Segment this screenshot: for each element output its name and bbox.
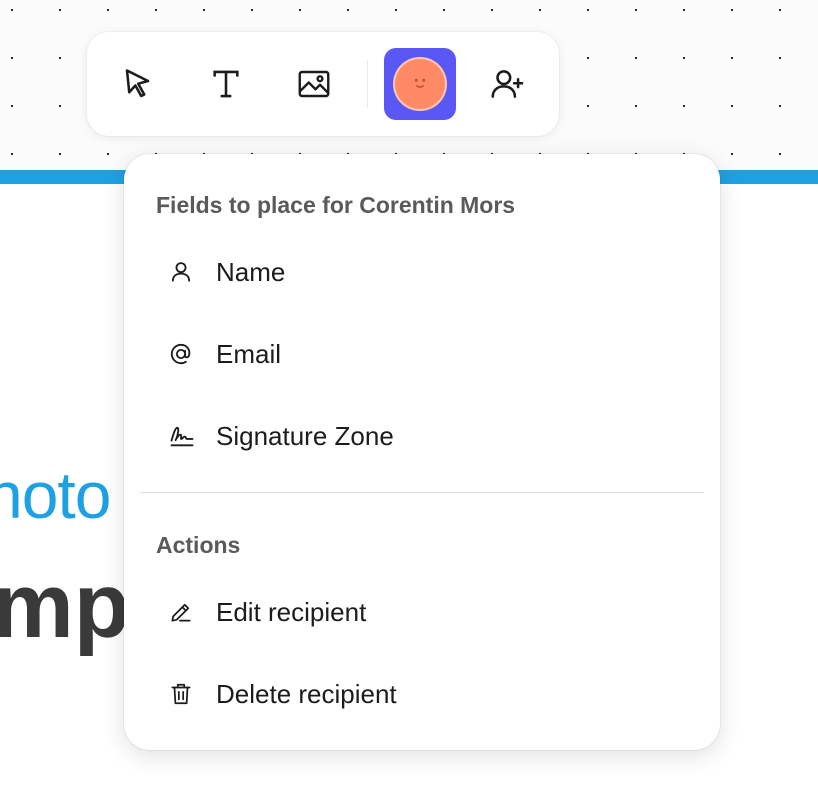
field-email-item[interactable]: Email xyxy=(168,332,688,376)
field-email-label: Email xyxy=(216,338,282,369)
add-recipient-button[interactable] xyxy=(471,48,543,120)
edit-recipient-item[interactable]: Edit recipient xyxy=(168,590,688,634)
toolbar-divider xyxy=(367,60,368,108)
delete-recipient-label: Delete recipient xyxy=(216,678,397,709)
recipient-avatar xyxy=(395,59,445,109)
trash-icon xyxy=(168,678,200,710)
text-tool-button[interactable] xyxy=(190,48,262,120)
field-signature-zone-label: Signature Zone xyxy=(216,420,394,451)
user-icon xyxy=(168,256,200,288)
field-signature-zone-item[interactable]: Signature Zone xyxy=(168,414,688,458)
actions-heading: Actions xyxy=(156,532,241,558)
recipient-button-background xyxy=(384,48,456,120)
field-name-label: Name xyxy=(216,256,286,287)
edit-recipient-label: Edit recipient xyxy=(216,596,367,627)
editor-toolbar xyxy=(87,32,559,136)
user-plus-icon xyxy=(491,70,524,98)
at-sign-icon xyxy=(168,338,200,370)
image-tool-button[interactable] xyxy=(278,48,350,120)
recipient-button-active[interactable] xyxy=(384,48,456,120)
image-icon xyxy=(298,70,330,98)
delete-recipient-item[interactable]: Delete recipient xyxy=(168,672,688,716)
pencil-icon xyxy=(168,596,200,628)
smiley-avatar-icon xyxy=(414,78,426,88)
recipient-dropdown-menu: Fields to place for Corentin Mors Name E… xyxy=(124,154,720,750)
signature-icon xyxy=(168,420,200,452)
cursor-arrow-icon xyxy=(125,69,150,98)
menu-divider xyxy=(140,492,704,493)
fields-heading: Fields to place for Corentin Mors xyxy=(156,192,516,218)
document-title-fragment-blue: hoto xyxy=(0,458,111,532)
select-tool-button[interactable] xyxy=(103,48,175,120)
field-name-item[interactable]: Name xyxy=(168,250,688,294)
text-t-icon xyxy=(213,70,239,98)
